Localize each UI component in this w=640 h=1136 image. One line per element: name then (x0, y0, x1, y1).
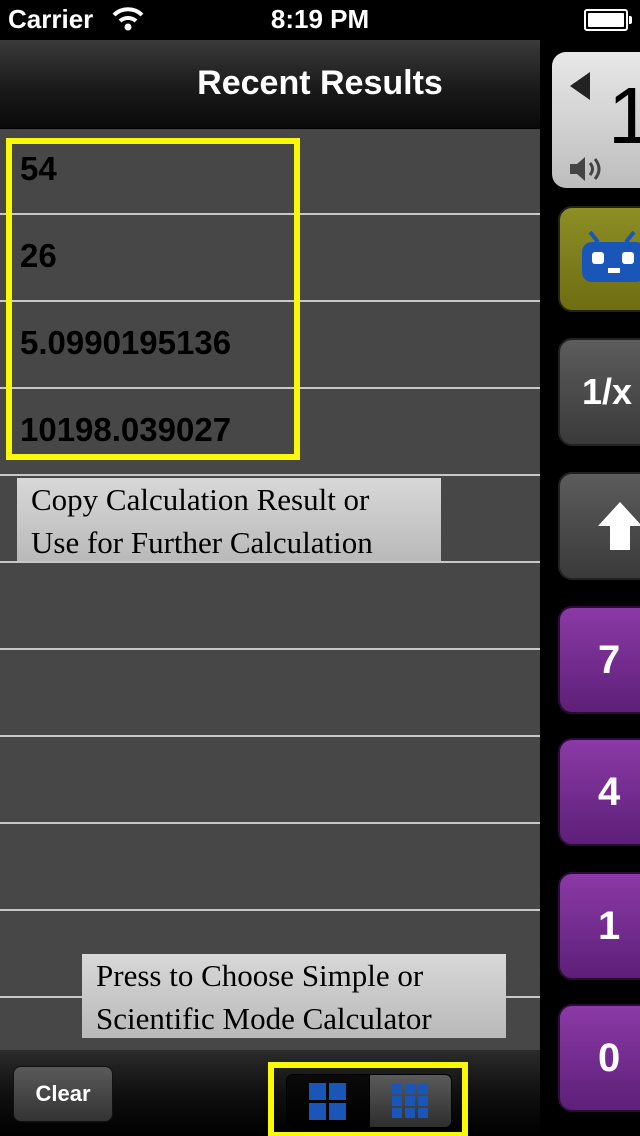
display-value: 1 (608, 71, 640, 160)
copy-result-tooltip: Copy Calculation Result or Use for Furth… (17, 478, 441, 561)
bottom-toolbar: Clear (0, 1050, 540, 1136)
inverse-button[interactable]: 1/x (558, 338, 640, 446)
result-row (0, 563, 540, 650)
result-value: 10198.039027 (20, 411, 232, 448)
digit-7-button[interactable]: 7 (558, 606, 640, 714)
result-row (0, 650, 540, 737)
digit-4-button[interactable]: 4 (558, 738, 640, 846)
tooltip-line: Scientific Mode Calculator (96, 1001, 432, 1036)
shift-button[interactable] (558, 472, 640, 580)
tooltip-line: Press to Choose Simple or (96, 958, 424, 993)
simple-mode-button[interactable] (287, 1075, 369, 1127)
navigation-bar: Recent Results (0, 40, 540, 129)
arrow-up-icon (598, 502, 640, 550)
result-value: 54 (20, 150, 57, 187)
simple-grid-icon (309, 1083, 346, 1120)
result-row (0, 824, 540, 911)
clear-button[interactable]: Clear (13, 1066, 113, 1122)
mode-tooltip: Press to Choose Simple or Scientific Mod… (82, 954, 506, 1038)
result-value: 5.0990195136 (20, 324, 232, 361)
mode-segmented-control (286, 1074, 452, 1128)
backspace-icon[interactable] (570, 72, 590, 100)
page-title: Recent Results (197, 64, 443, 102)
clock: 8:19 PM (270, 4, 370, 34)
recent-results-panel: Recent Results 54 26 5.0990195136 10198.… (0, 40, 540, 1136)
result-row[interactable]: 10198.039027 (0, 389, 540, 476)
tooltip-line: Copy Calculation Result or (31, 482, 370, 517)
scientific-grid-icon (392, 1084, 428, 1118)
result-row[interactable]: 5.0990195136 (0, 302, 540, 389)
battery-icon (584, 9, 632, 31)
robot-icon (582, 230, 640, 282)
digit-1-button[interactable]: 1 (558, 872, 640, 980)
tooltip-line: Use for Further Calculation (31, 525, 373, 560)
calculator-display[interactable]: 1 (552, 52, 640, 188)
result-value: 26 (20, 237, 57, 274)
result-row[interactable]: 26 (0, 215, 540, 302)
result-row[interactable]: 54 (0, 128, 540, 215)
result-row (0, 737, 540, 824)
digit-0-button[interactable]: 0 (558, 1004, 640, 1112)
scientific-mode-button[interactable] (369, 1075, 451, 1127)
speaker-icon[interactable] (568, 154, 608, 184)
status-bar: Carrier 8:19 PM (0, 0, 640, 40)
calculator-keypad: 1 1/x 7 4 1 0 (540, 40, 640, 1136)
robot-assistant-button[interactable] (558, 206, 640, 312)
